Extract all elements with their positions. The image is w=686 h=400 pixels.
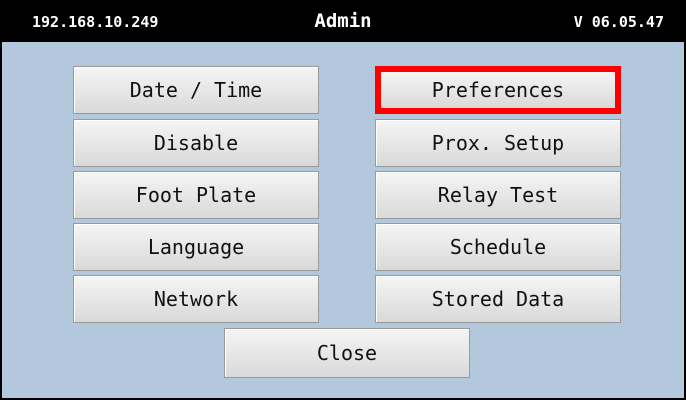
language-button[interactable]: Language xyxy=(73,223,319,271)
stored-data-button[interactable]: Stored Data xyxy=(375,275,621,323)
relay-test-button[interactable]: Relay Test xyxy=(375,171,621,219)
admin-screen: 192.168.10.249 Admin V 06.05.47 Date / T… xyxy=(0,0,686,400)
prox-setup-button[interactable]: Prox. Setup xyxy=(375,119,621,167)
schedule-button[interactable]: Schedule xyxy=(375,223,621,271)
network-button[interactable]: Network xyxy=(73,275,319,323)
version-label: V 06.05.47 xyxy=(573,13,664,31)
preferences-button[interactable]: Preferences xyxy=(375,66,621,114)
disable-button[interactable]: Disable xyxy=(73,119,319,167)
title-bar: 192.168.10.249 Admin V 06.05.47 xyxy=(2,2,684,42)
foot-plate-button[interactable]: Foot Plate xyxy=(73,171,319,219)
date-time-button[interactable]: Date / Time xyxy=(73,66,319,114)
close-button[interactable]: Close xyxy=(224,328,470,378)
